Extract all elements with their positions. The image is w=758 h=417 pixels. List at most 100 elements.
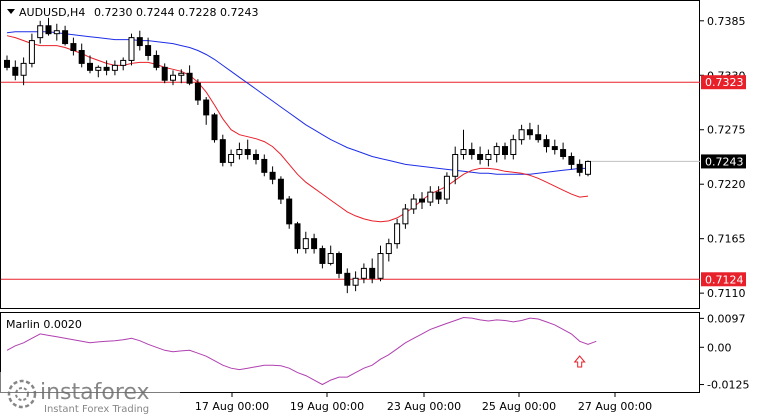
candle-body-bear: [502, 146, 508, 156]
candle-body-bear: [369, 267, 376, 279]
level-price-label: 0.7124: [705, 273, 744, 286]
candle-body-bear: [468, 149, 475, 155]
candle-body-bear: [136, 37, 143, 47]
candle-body-bull: [236, 149, 243, 155]
candle-body-bear: [103, 66, 110, 71]
candle-body-bear: [45, 25, 52, 35]
symbol-label: AUDUSD,H4: [19, 6, 85, 19]
ohlc-values: 0.7230 0.7244 0.7228 0.7243: [94, 6, 258, 19]
candle-body-bear: [477, 154, 484, 160]
candle-body-bear: [526, 129, 533, 136]
price-axis-label: 0.7165: [707, 233, 746, 246]
candle-body-bear: [186, 72, 193, 84]
candle-body-bear: [568, 155, 575, 165]
candle-body-bull: [120, 59, 127, 66]
candle-body-bull: [518, 129, 525, 141]
indicator-label: Marlin 0.0020: [6, 318, 82, 331]
candle[interactable]: [294, 221, 301, 254]
symbol-header: AUDUSD,H4 0.7230 0.7244 0.7228 0.7243: [7, 6, 258, 19]
candle-body-bear: [145, 45, 152, 56]
price-axis-label: 0.7220: [707, 178, 746, 191]
candle-body-bear: [203, 99, 210, 116]
candle-body-bear: [551, 146, 558, 151]
price-pane: [0, 0, 700, 309]
candle-body-bull: [302, 238, 309, 250]
candle-body-bull: [28, 40, 35, 64]
candle-body-bull: [510, 139, 517, 155]
candle-body-bear: [194, 82, 201, 101]
candle-body-bear: [419, 198, 425, 203]
candle-body-bear: [244, 149, 251, 155]
candle-body-bear: [261, 158, 268, 173]
candle-body-bull: [111, 64, 118, 71]
current-price-label: 0.7243: [705, 155, 744, 168]
price-axis-label: 0.7110: [707, 287, 746, 300]
candle-body-bull: [128, 37, 135, 61]
candle-body-bull: [228, 154, 235, 163]
candle-body-bull: [385, 243, 392, 255]
candle-body-bear: [70, 43, 77, 52]
candle-body-bear: [253, 154, 259, 160]
watermark-tagline: Instant Forex Trading: [44, 404, 149, 415]
candle-body-bear: [311, 238, 318, 250]
candle-body-bull: [178, 72, 185, 76]
candle[interactable]: [128, 33, 135, 66]
watermark: instaforex Instant Forex Trading: [0, 372, 180, 417]
candle-body-bull: [585, 160, 591, 175]
candle-body-bear: [12, 66, 19, 76]
indicator-axis-label: 0.0097: [707, 312, 746, 325]
watermark-brand: instaforex: [40, 380, 150, 405]
indicator-axis-label: -0.0125: [707, 379, 749, 392]
candle-body-bear: [4, 59, 10, 68]
candle-body-bull: [20, 62, 27, 76]
candle-body-bear: [269, 171, 276, 180]
candle-body-bull: [360, 267, 367, 279]
level-price-label: 0.7323: [705, 76, 744, 89]
candle-body-bear: [277, 178, 284, 200]
candle-body-bull: [170, 74, 176, 81]
candle[interactable]: [211, 112, 218, 143]
price-axis-label: 0.7275: [707, 124, 746, 137]
candle[interactable]: [219, 134, 226, 167]
candle-body-bear: [219, 139, 226, 163]
candle-body-bear: [535, 134, 542, 141]
candle-body-bear: [286, 198, 293, 225]
candle-body-bear: [560, 149, 567, 157]
indicator-axis-label: 0.00: [707, 341, 732, 354]
candle-body-bull: [327, 253, 334, 264]
time-axis-label: 25 Aug 00:00: [482, 400, 556, 413]
time-axis-label: 27 Aug 00:00: [578, 400, 652, 413]
candle-body-bull: [377, 253, 384, 279]
candle-body-bull: [427, 191, 434, 203]
candle-body-bull: [53, 30, 60, 35]
candle-body-bear: [543, 139, 550, 148]
candle-body-bear: [62, 30, 69, 45]
candle-body-bull: [452, 154, 459, 177]
candle-body-bear: [153, 54, 160, 68]
candle-body-bull: [443, 175, 450, 200]
candle-body-bull: [485, 154, 492, 160]
candle-body-bear: [344, 272, 351, 286]
candle-body-bear: [576, 163, 583, 173]
candle[interactable]: [443, 172, 450, 205]
candle[interactable]: [394, 218, 401, 249]
candle-body-bear: [87, 62, 93, 71]
candle-body-bear: [161, 66, 168, 81]
candle[interactable]: [286, 196, 293, 229]
candle-body-bear: [211, 114, 218, 141]
chart-canvas: AUDUSD,H4 0.7230 0.7244 0.7228 0.7243 Ma…: [0, 0, 749, 417]
candle-body-bear: [336, 253, 342, 274]
price-axis-label: 0.7385: [707, 15, 746, 28]
candle[interactable]: [585, 160, 591, 177]
candle-body-bull: [95, 66, 102, 71]
time-axis-label: 23 Aug 00:00: [387, 400, 461, 413]
candle-body-bear: [319, 248, 326, 264]
candle-body-bull: [402, 208, 409, 225]
candle-body-bull: [460, 149, 467, 155]
time-axis-label: 17 Aug 00:00: [195, 400, 269, 413]
candle-body-bear: [435, 191, 442, 200]
candle-body-bull: [493, 146, 500, 156]
candle-body-bull: [394, 223, 401, 245]
candle-body-bull: [410, 198, 417, 210]
candle-body-bull: [352, 277, 359, 286]
